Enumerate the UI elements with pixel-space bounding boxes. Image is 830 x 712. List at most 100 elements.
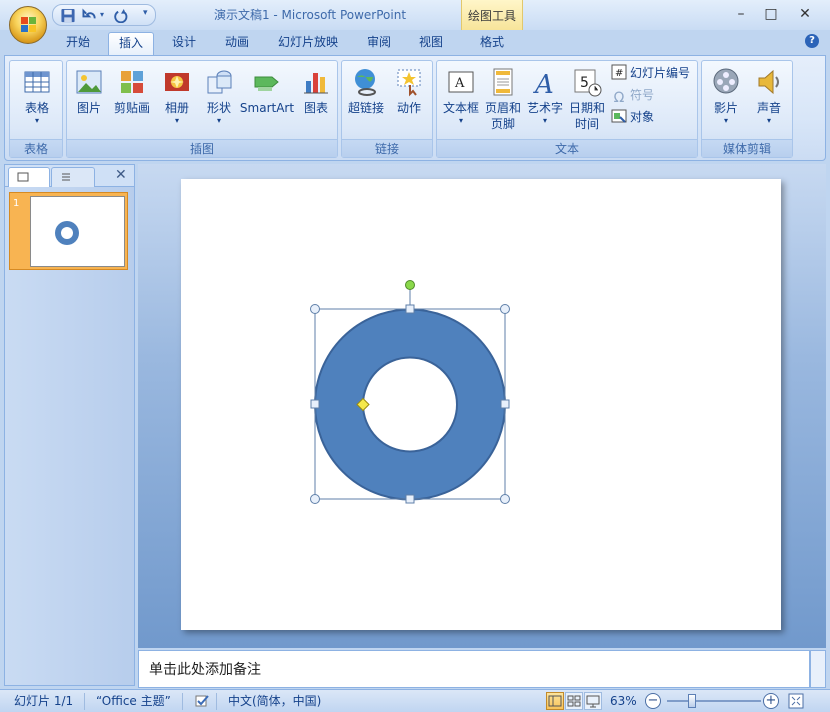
group-links-label: 链接 — [342, 139, 432, 157]
slide-sorter-icon — [567, 695, 581, 707]
help-icon[interactable]: ? — [805, 34, 819, 48]
notes-scrollbar[interactable] — [810, 650, 826, 688]
picture-button[interactable]: 图片 — [71, 63, 107, 137]
status-separator — [216, 693, 217, 710]
drawing-tools-context: 绘图工具 — [461, 0, 523, 30]
zoom-in-button[interactable]: + — [763, 693, 779, 709]
resize-handle-e[interactable] — [500, 399, 510, 409]
thumbnail-donut — [55, 221, 79, 245]
slide-thumbnail-selected[interactable]: 1 — [9, 192, 128, 270]
donut-shape[interactable] — [313, 308, 507, 501]
wordart-dropdown-icon: ▾ — [542, 116, 547, 125]
tab-format[interactable]: 格式 — [466, 32, 518, 55]
chart-icon — [304, 73, 328, 94]
slide-thumbnail-number: 1 — [13, 198, 20, 209]
fit-to-window-icon[interactable] — [788, 693, 804, 709]
resize-handle-w[interactable] — [310, 399, 320, 409]
table-label: 表格 — [24, 101, 49, 115]
resize-handle-sw[interactable] — [310, 494, 320, 504]
group-illustrations: 图片 剪贴画 相册 ▾ 形状 ▾ SmartArt 图表 插图 — [66, 60, 338, 158]
slide-counter: 幻灯片 1/1 — [14, 694, 74, 708]
clipart-icon — [121, 71, 143, 93]
tab-animations[interactable]: 动画 — [214, 32, 260, 55]
textbox-label: 文本框 — [442, 101, 479, 115]
album-label: 相册 — [164, 101, 189, 115]
ribbon-tabs: 开始 插入 设计 动画 幻灯片放映 审阅 视图 格式 — [0, 30, 830, 55]
smartart-button[interactable]: SmartArt — [239, 63, 295, 137]
pane-close-icon[interactable]: ✕ — [115, 167, 127, 183]
normal-view-button[interactable] — [546, 692, 564, 710]
album-dropdown-icon: ▾ — [174, 116, 179, 125]
smartart-icon — [254, 76, 279, 91]
speaker-icon — [758, 69, 779, 95]
group-media: 影片 ▾ 声音 ▾ 媒体剪辑 — [701, 60, 793, 158]
table-button[interactable]: 表格 ▾ — [14, 63, 60, 137]
object-button[interactable]: 对象 — [611, 107, 654, 127]
shapes-label: 形状 — [206, 101, 231, 115]
rotation-handle[interactable] — [405, 280, 415, 290]
zoom-out-button[interactable]: − — [645, 693, 661, 709]
tab-slideshow[interactable]: 幻灯片放映 — [268, 32, 348, 55]
resize-handle-n[interactable] — [405, 304, 415, 314]
movie-label: 影片 — [713, 101, 738, 115]
tab-home[interactable]: 开始 — [54, 32, 102, 55]
hyperlink-button[interactable]: 超链接 — [346, 63, 386, 137]
object-label: 对象 — [630, 110, 655, 124]
notes-pane[interactable]: 单击此处添加备注 — [138, 650, 810, 688]
textbox-button[interactable]: A 文本框 ▾ — [441, 63, 481, 137]
language-indicator[interactable]: 中文(简体，中国) — [228, 693, 321, 710]
tab-review[interactable]: 审阅 — [356, 32, 402, 55]
office-button[interactable] — [9, 6, 47, 44]
symbol-button[interactable]: Ω 符号 — [611, 85, 654, 106]
minimize-button[interactable]: – — [727, 4, 755, 24]
wordart-label: 艺术字 — [526, 101, 563, 115]
status-separator — [84, 693, 85, 710]
album-button[interactable]: 相册 ▾ — [157, 63, 197, 137]
svg-text:#: # — [615, 68, 623, 79]
zoom-percent[interactable]: 63% — [610, 693, 637, 710]
resize-handle-s[interactable] — [405, 494, 415, 504]
zoom-slider[interactable] — [667, 700, 761, 702]
movie-button[interactable]: 影片 ▾ — [706, 63, 746, 137]
group-illustrations-label: 插图 — [67, 139, 337, 157]
header-footer-button[interactable]: 页眉和 页脚 — [483, 63, 523, 137]
shapes-dropdown-icon: ▾ — [216, 116, 221, 125]
textbox-dropdown-icon: ▾ — [458, 116, 463, 125]
tab-view[interactable]: 视图 — [408, 32, 454, 55]
tab-design[interactable]: 设计 — [162, 32, 206, 55]
status-bar: 幻灯片 1/1 “Office 主题” 中文(简体，中国) 63% − + — [0, 689, 830, 712]
slideshow-view-button[interactable] — [584, 692, 602, 710]
slide-number-icon: # — [611, 64, 627, 80]
resize-handle-nw[interactable] — [310, 304, 320, 314]
resize-handle-se[interactable] — [500, 494, 510, 504]
title-bar: ▾ ▾ 演示文稿1 - Microsoft PowerPoint 绘图工具 – … — [0, 0, 830, 30]
hyperlink-label: 超链接 — [347, 101, 384, 115]
maximize-button[interactable]: □ — [757, 4, 785, 24]
zoom-slider-thumb[interactable] — [688, 694, 696, 708]
chart-button[interactable]: 图表 — [297, 63, 335, 137]
slide-thumbnail[interactable] — [30, 196, 125, 267]
slideshow-icon — [586, 695, 600, 708]
slide-canvas[interactable] — [181, 179, 781, 630]
slide-number-button[interactable]: # 幻灯片编号 — [611, 63, 690, 83]
sound-button[interactable]: 声音 ▾ — [750, 63, 788, 137]
wordart-button[interactable]: A 艺术字 ▾ — [525, 63, 565, 137]
tab-insert[interactable]: 插入 — [108, 32, 154, 55]
photo-album-icon — [165, 73, 189, 91]
action-icon — [397, 69, 421, 97]
spellcheck-icon[interactable] — [194, 694, 210, 708]
outline-icon — [62, 173, 70, 181]
film-reel-icon — [713, 68, 739, 94]
shapes-button[interactable]: 形状 ▾ — [201, 63, 237, 137]
header-footer-label-line2: 页脚 — [490, 117, 515, 131]
datetime-button[interactable]: 5 日期和 时间 — [567, 63, 607, 137]
tab-slides[interactable] — [8, 167, 50, 187]
slide-sorter-view-button[interactable] — [565, 692, 583, 710]
close-button[interactable]: ✕ — [791, 4, 819, 24]
status-separator — [182, 693, 183, 710]
action-button[interactable]: 动作 — [390, 63, 428, 137]
slides-pane-tabs: ✕ — [5, 165, 134, 187]
tab-outline[interactable] — [51, 167, 95, 187]
clipart-button[interactable]: 剪贴画 — [111, 63, 153, 137]
resize-handle-ne[interactable] — [500, 304, 510, 314]
